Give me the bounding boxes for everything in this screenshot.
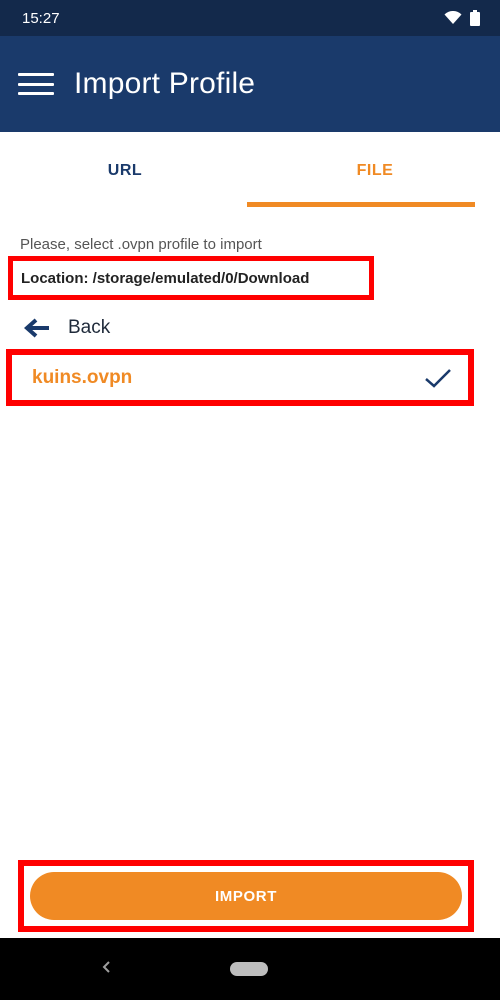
file-list-item[interactable]: kuins.ovpn [6, 349, 474, 406]
tab-url-label: URL [107, 162, 143, 179]
status-time: 15:27 [22, 9, 60, 27]
location-highlight-box: Location: /storage/emulated/0/Download [8, 256, 374, 300]
nav-home-pill[interactable] [230, 962, 268, 976]
wifi-icon [444, 11, 462, 24]
tab-file[interactable]: FILE [247, 132, 500, 210]
back-button[interactable]: Back [24, 312, 110, 344]
tab-bar: URL FILE [0, 132, 500, 210]
hamburger-menu-icon[interactable] [18, 69, 54, 99]
page-title: Import Profile [74, 67, 256, 100]
nav-back-icon[interactable] [100, 956, 112, 978]
active-tab-indicator [247, 202, 475, 207]
status-bar: 15:27 [0, 0, 500, 36]
screen: 15:27 Import Profile URL FILE Please, se… [0, 0, 500, 1000]
checkmark-icon [425, 368, 451, 388]
instruction-text: Please, select .ovpn profile to import [20, 236, 262, 253]
import-highlight-box: IMPORT [18, 860, 474, 932]
import-button[interactable]: IMPORT [30, 872, 462, 920]
tab-file-label: FILE [356, 162, 394, 179]
status-icons [444, 10, 480, 26]
app-bar: Import Profile [0, 36, 500, 132]
back-label: Back [68, 317, 111, 338]
tab-url[interactable]: URL [0, 132, 250, 210]
arrow-left-icon [24, 318, 49, 338]
battery-icon [470, 10, 480, 26]
file-name: kuins.ovpn [32, 366, 133, 388]
location-path: Location: /storage/emulated/0/Download [21, 269, 310, 287]
navigation-bar [0, 938, 500, 1000]
